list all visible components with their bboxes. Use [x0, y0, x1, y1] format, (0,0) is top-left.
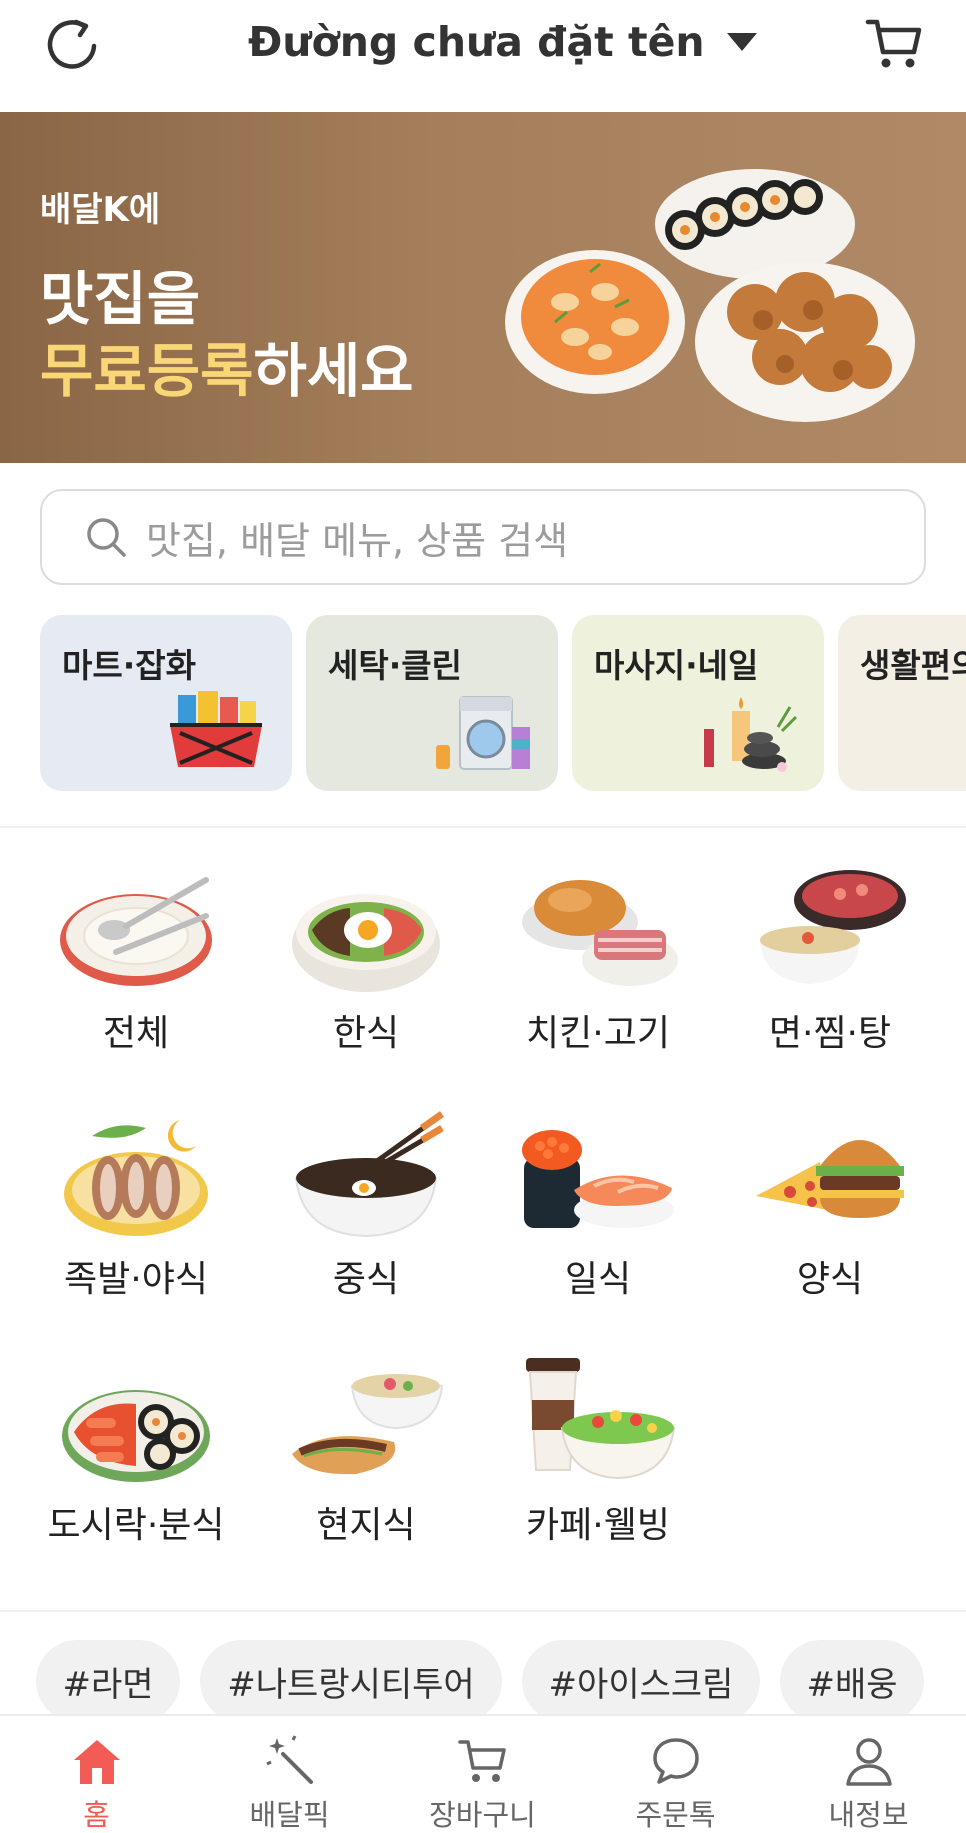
category-lunchbox-snack[interactable]: 도시락·분식 [0, 1352, 232, 1582]
cart-icon[interactable] [862, 12, 926, 76]
nav-label: 배달픽 [249, 1798, 330, 1832]
category-noodle-soup[interactable]: 면·찜·탕 [694, 860, 926, 1090]
hashtag-chip[interactable]: #라면 [36, 1640, 180, 1722]
category-chinese[interactable]: 중식 [230, 1106, 462, 1336]
jokbal-icon [64, 1120, 208, 1236]
chat-icon [653, 1738, 699, 1784]
washing-machine-icon [436, 696, 530, 770]
service-card-label: 마사지·네일 [594, 646, 759, 685]
nav-label: 주문톡 [635, 1798, 716, 1832]
refresh-icon[interactable] [40, 12, 104, 76]
user-icon [846, 1738, 892, 1786]
nav-cart[interactable]: 장바구니 [386, 1716, 579, 1833]
jajangmyeon-icon [294, 1111, 445, 1238]
nav-label: 내정보 [828, 1798, 909, 1832]
search-bar[interactable]: 맛집, 배달 메뉴, 상품 검색 [40, 489, 926, 585]
spa-candles-icon [704, 697, 798, 772]
nav-home[interactable]: 홈 [0, 1716, 193, 1833]
address-label: Đường chưa đặt tên [248, 18, 705, 66]
category-western[interactable]: 양식 [694, 1106, 926, 1336]
banner-headline-rest: 하세요 [253, 337, 414, 405]
service-card-label: 세탁·클린 [328, 646, 462, 685]
banner-highlight: 무료등록 [40, 337, 254, 405]
plate-cutlery-icon [60, 877, 212, 986]
category-cafe-wellbeing[interactable]: 카페·웰빙 [462, 1352, 694, 1582]
burger-pizza-icon [756, 1140, 904, 1218]
category-all[interactable]: 전체 [0, 860, 232, 1090]
banner-food-image [505, 169, 915, 422]
category-japanese[interactable]: 일식 [462, 1106, 694, 1336]
chevron-down-icon [726, 33, 757, 51]
promo-banner[interactable]: 배달K에 맛집을 무료등록하세요 [0, 112, 966, 463]
nav-order-chat[interactable]: 주문톡 [579, 1716, 772, 1833]
noodle-soup-icon [760, 870, 906, 984]
category-korean[interactable]: 한식 [230, 860, 462, 1090]
coffee-salad-icon [526, 1358, 676, 1480]
service-card-row: 마트·잡화 세탁·클린 마사지·네일 생활편 [40, 615, 966, 791]
magic-wand-icon [266, 1735, 313, 1784]
banner-subtitle: 배달K에 [40, 190, 161, 230]
category-label: 카페·웰빙 [526, 1505, 670, 1546]
home-icon [74, 1740, 120, 1784]
nav-label: 장바구니 [429, 1798, 536, 1832]
bottom-navigation: 홈 배달픽 장바구니 주문톡 내정보 [0, 1714, 966, 1833]
sushi-icon [522, 1130, 674, 1228]
banner-headline-2: 무료등록하세요 [40, 324, 414, 408]
hashtag-chip[interactable]: #아이스크림 [522, 1640, 760, 1722]
service-card-living[interactable]: 생활편의 [838, 615, 966, 791]
pho-banhmi-icon [292, 1374, 444, 1475]
nav-pick[interactable]: 배달픽 [193, 1716, 386, 1833]
service-card-laundry[interactable]: 세탁·클린 [306, 615, 558, 791]
service-card-label: 마트·잡화 [62, 646, 196, 685]
shopping-basket-icon [170, 691, 262, 767]
hashtag-chip[interactable]: #나트랑시티투어 [200, 1640, 502, 1722]
category-jokbal[interactable]: 족발·야식 [0, 1106, 232, 1336]
address-selector[interactable]: Đường chưa đặt tên [248, 14, 757, 70]
category-local-food[interactable]: 현지식 [230, 1352, 462, 1582]
tteokbokki-kimbap-icon [62, 1390, 210, 1482]
bibimbap-icon [292, 894, 440, 992]
hashtag-chip[interactable]: #배웅 [780, 1640, 924, 1722]
section-divider [0, 1610, 966, 1612]
search-icon [87, 518, 126, 557]
search-placeholder: 맛집, 배달 메뉴, 상품 검색 [146, 518, 569, 563]
chicken-meat-icon [522, 880, 678, 986]
service-card-massage[interactable]: 마사지·네일 [572, 615, 824, 791]
cart-icon [458, 1740, 506, 1782]
nav-label: 홈 [83, 1798, 110, 1832]
service-card-label: 생활편의 [860, 646, 966, 685]
nav-my-info[interactable]: 내정보 [772, 1716, 965, 1833]
category-label: 양식 [796, 1259, 864, 1300]
category-chicken-meat[interactable]: 치킨·고기 [462, 860, 694, 1090]
category-label: 면·찜·탕 [768, 1013, 892, 1054]
section-divider [0, 826, 966, 828]
service-card-mart[interactable]: 마트·잡화 [40, 615, 292, 791]
header: Đường chưa đặt tên [0, 0, 966, 112]
